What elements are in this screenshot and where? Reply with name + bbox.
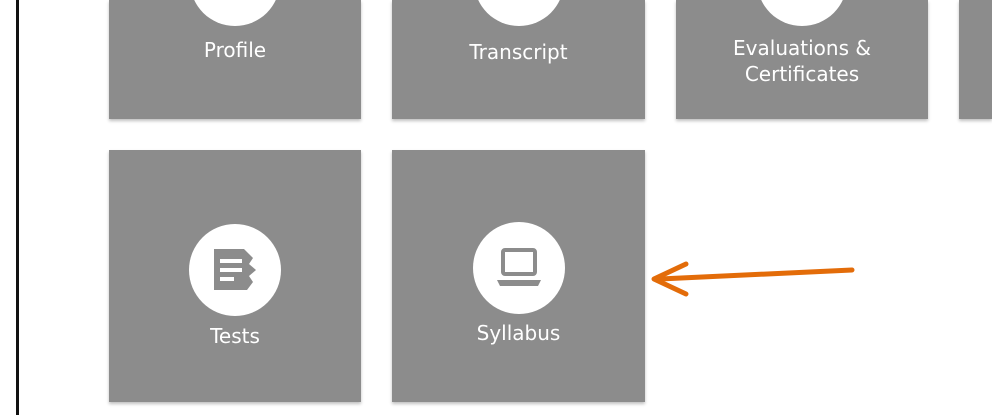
profile-icon: [190, 0, 280, 26]
syllabus-tile[interactable]: Syllabus: [392, 150, 645, 402]
evaluations-label: Evaluations & Certificates: [733, 36, 871, 86]
profile-label: Profile: [203, 38, 267, 62]
arrow-annotation: [651, 261, 855, 297]
document-list-icon: [214, 249, 256, 290]
evaluations-certificates-tile[interactable]: Evaluations & Certificates: [676, 0, 928, 119]
tests-tile[interactable]: Tests: [109, 150, 361, 402]
left-border: [0, 0, 19, 415]
tests-label: Tests: [210, 324, 260, 348]
laptop-icon: [496, 248, 541, 286]
transcript-label: Transcript: [469, 40, 568, 64]
syllabus-icon-circle: [472, 222, 565, 314]
profile-tile[interactable]: Profile: [109, 0, 361, 119]
evaluations-icon: [757, 0, 847, 26]
partial-tile[interactable]: [959, 0, 992, 119]
transcript-icon: [473, 0, 564, 26]
tests-icon-circle: [189, 224, 281, 316]
transcript-tile[interactable]: Transcript: [392, 0, 645, 119]
syllabus-label: Syllabus: [476, 321, 561, 345]
